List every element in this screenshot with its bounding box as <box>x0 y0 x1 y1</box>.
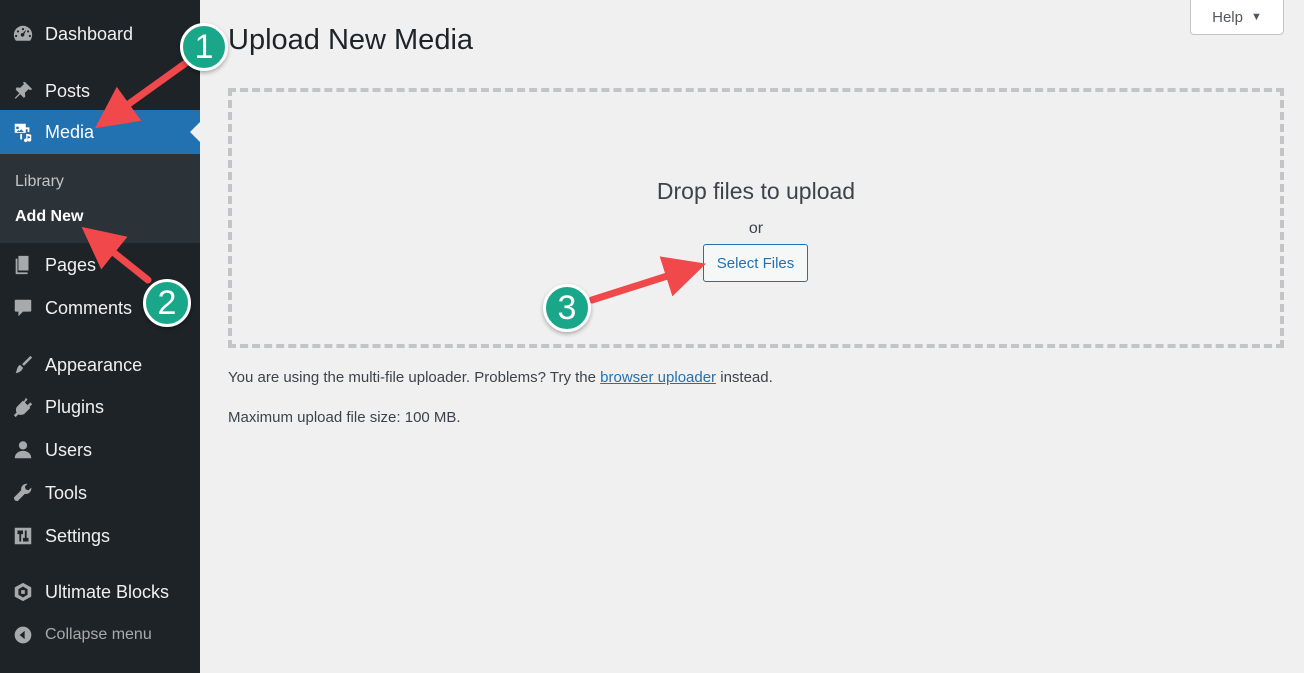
sidebar-item-users[interactable]: Users <box>0 430 200 470</box>
annotation-badge-2: 2 <box>143 279 191 327</box>
pushpin-icon <box>10 78 36 104</box>
sidebar-item-label: Ultimate Blocks <box>45 581 170 602</box>
collapse-icon <box>10 622 36 648</box>
max-upload-size: Maximum upload file size: 100 MB. <box>228 409 461 426</box>
submenu-item-library[interactable]: Library <box>15 173 64 191</box>
comment-icon <box>10 295 36 321</box>
sidebar-item-settings[interactable]: Settings <box>0 516 200 556</box>
ultimate-blocks-icon <box>10 579 36 605</box>
sidebar-item-label: Settings <box>45 525 111 546</box>
settings-icon <box>10 523 36 549</box>
sidebar-item-label: Plugins <box>45 396 105 417</box>
upload-drop-zone[interactable]: Drop files to upload or Select Files <box>228 88 1284 348</box>
wrench-icon <box>10 480 36 506</box>
help-button[interactable]: Help ▼ <box>1190 0 1284 35</box>
sidebar-item-appearance[interactable]: Appearance <box>0 345 200 385</box>
plug-icon <box>10 394 36 420</box>
uploader-info: You are using the multi-file uploader. P… <box>228 369 773 386</box>
sidebar-item-label: Tools <box>45 482 88 503</box>
sidebar-item-label: Media <box>45 121 95 142</box>
sidebar-item-label: Posts <box>45 80 91 101</box>
annotation-badge-1: 1 <box>180 23 228 71</box>
sidebar-item-plugins[interactable]: Plugins <box>0 387 200 427</box>
uploader-info-prefix: You are using the multi-file uploader. P… <box>228 369 596 386</box>
uploader-info-suffix: instead. <box>720 369 773 386</box>
or-separator: or <box>748 220 764 237</box>
sidebar-item-ultimate-blocks[interactable]: Ultimate Blocks <box>0 572 200 612</box>
admin-sidebar: Dashboard Posts Media Library Add New Pa… <box>0 0 200 673</box>
sidebar-item-tools[interactable]: Tools <box>0 473 200 513</box>
sidebar-item-label: Pages <box>45 254 97 275</box>
active-indicator <box>190 122 200 142</box>
media-icon <box>10 119 36 145</box>
dashboard-icon <box>10 21 36 47</box>
sidebar-item-media[interactable]: Media <box>0 110 200 154</box>
browser-uploader-link[interactable]: browser uploader <box>600 369 716 386</box>
page-title: Upload New Media <box>228 24 474 56</box>
sidebar-item-label: Appearance <box>45 354 143 375</box>
help-label: Help <box>1212 8 1243 26</box>
collapse-menu-label: Collapse menu <box>45 626 152 643</box>
annotation-badge-3: 3 <box>543 284 591 332</box>
collapse-menu-button[interactable]: Collapse menu <box>0 615 200 655</box>
user-icon <box>10 437 36 463</box>
caret-down-icon: ▼ <box>1250 11 1262 23</box>
sidebar-item-label: Users <box>45 439 93 460</box>
paintbrush-icon <box>10 352 36 378</box>
submenu-item-add-new[interactable]: Add New <box>15 208 83 226</box>
pages-icon <box>10 252 36 278</box>
sidebar-item-posts[interactable]: Posts <box>0 71 200 111</box>
wordpress-admin: Dashboard Posts Media Library Add New Pa… <box>0 0 1304 673</box>
select-files-button[interactable]: Select Files <box>703 244 808 282</box>
drop-instructions: Drop files to upload <box>656 178 856 204</box>
media-submenu: Library Add New <box>0 154 200 243</box>
sidebar-item-dashboard[interactable]: Dashboard <box>0 14 200 54</box>
sidebar-item-label: Dashboard <box>45 23 134 44</box>
sidebar-item-label: Comments <box>45 297 133 318</box>
